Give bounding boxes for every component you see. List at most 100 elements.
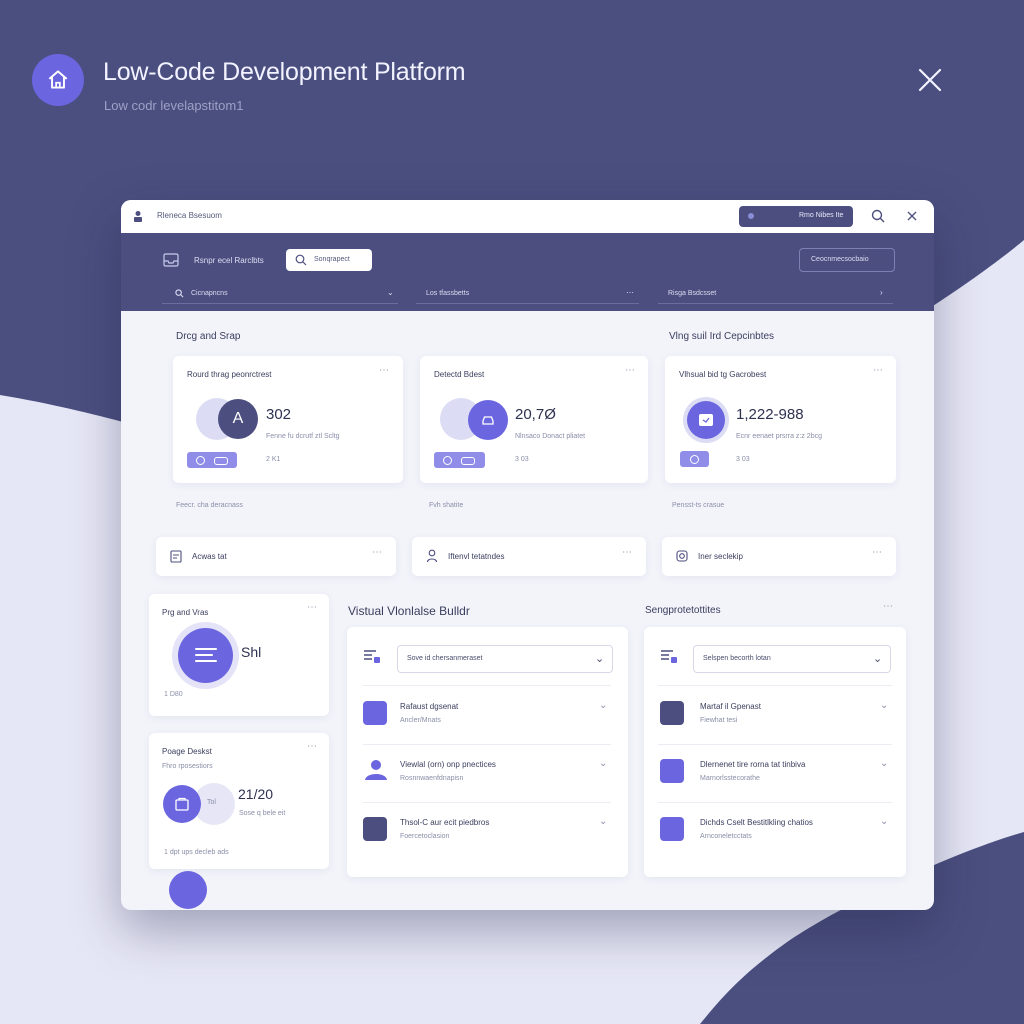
more-icon[interactable]: ⋯ — [873, 365, 884, 376]
stat-description: Nlnsaco Donact pliatet — [515, 433, 586, 440]
builder-title: Vistual Vlonlalse Bulldr — [348, 604, 470, 618]
stat-value: 302 — [266, 406, 292, 423]
users-icon — [365, 760, 387, 780]
bag-icon — [175, 797, 189, 811]
card-title: Detectd Bdest — [434, 370, 485, 379]
item-subtitle: Rosnnwaenfdnapisn — [400, 775, 464, 782]
side-card-meta: 1 D80 — [164, 691, 183, 698]
settings-select[interactable]: Selspen becorth lotan ⌄ — [693, 645, 891, 673]
close-icon[interactable] — [916, 66, 944, 94]
mini-card[interactable]: Iftenvl tetatndes ⋯ — [412, 537, 646, 576]
more-icon[interactable]: ⋯ — [883, 601, 894, 612]
nav-tab-3[interactable]: Risga Bsdcsset › — [658, 283, 893, 304]
search-icon — [175, 289, 184, 298]
chevron-down-icon: ⌄ — [387, 288, 394, 297]
builder-item[interactable]: Thsol-C aur ecit piedbros Foercetoclasio… — [363, 813, 611, 857]
card-title: Vlhsual bid tg Gacrobest — [679, 370, 767, 379]
tablet-icon — [660, 817, 684, 841]
item-title: Viewlal (orn) onp pnectices — [400, 760, 496, 769]
side-card[interactable]: Poage Deskst ⋯ Fhro rposestiors Tol 21/2… — [149, 733, 329, 869]
message-icon — [699, 414, 713, 426]
section-title-left: Drcg and Srap — [176, 331, 241, 342]
mini-card-label: Iftenvl tetatndes — [448, 552, 505, 561]
toggle-icon — [461, 457, 475, 465]
nav-tab-1[interactable]: Cicnapncns ⌄ — [162, 283, 398, 304]
item-subtitle: Ancler/Mnats — [400, 717, 441, 724]
nav-tab-2[interactable]: Los tfassbetts ⋯ — [416, 283, 639, 304]
more-icon[interactable]: ⋯ — [625, 365, 636, 376]
settings-item[interactable]: Dichds Cselt Bestitlkling chatios Arncon… — [660, 813, 892, 857]
share-icon — [363, 701, 387, 725]
mini-card[interactable]: Acwas tat ⋯ — [156, 537, 396, 576]
nav-label: Rsnpr ecel Rarclbts — [194, 256, 264, 265]
more-icon[interactable]: ⋯ — [307, 602, 318, 613]
settings-icon — [443, 456, 452, 465]
more-icon[interactable]: ⋯ — [872, 547, 883, 558]
divider — [658, 744, 892, 745]
settings-panel: Selspen becorth lotan ⌄ Martaf il Gpenas… — [644, 627, 906, 877]
divider — [363, 685, 611, 686]
more-icon[interactable]: ⋯ — [379, 365, 390, 376]
home-button[interactable] — [32, 54, 84, 106]
user-icon — [134, 211, 142, 222]
top-navigation: Rsnpr ecel Rarclbts Sonqrapect Ceocnmecs… — [121, 233, 934, 311]
stat-footer: Pensst-ts crasue — [672, 502, 725, 509]
settings-item[interactable]: Dlernenet tire rorna tat tinbiva Marnorl… — [660, 755, 892, 799]
chevron-down-icon: ⌄ — [595, 653, 605, 665]
select-value: Sove id chersanmeraset — [407, 655, 483, 662]
search-icon[interactable] — [871, 209, 885, 223]
inbox-icon[interactable] — [162, 251, 180, 269]
stat-action-button[interactable] — [434, 452, 485, 468]
main-content: Drcg and Srap Vlng suil Ird Cepcinbtes R… — [121, 311, 934, 910]
divider — [363, 744, 611, 745]
account-pill[interactable]: Rmo Nibes Ite — [739, 206, 853, 227]
instagram-icon — [676, 550, 688, 562]
window-titlebar: Rleneca Bsesuom Rmo Nibes Ite — [121, 200, 934, 233]
item-subtitle: Fiewhat tesi — [700, 717, 738, 724]
mini-card[interactable]: Iner seclekip ⋯ — [662, 537, 896, 576]
chevron-down-icon: ⌄ — [880, 758, 889, 769]
window-close-icon[interactable] — [907, 211, 917, 221]
side-card-mid: Tol — [207, 799, 216, 806]
stat-meta: 3 03 — [736, 456, 750, 463]
chevron-down-icon: ⌄ — [599, 816, 608, 827]
stat-meta: 2 K1 — [266, 456, 281, 463]
nav-tab-label: Los tfassbetts — [426, 290, 470, 297]
nav-right-button-label: Ceocnmecsocbaio — [811, 256, 869, 263]
document-icon — [170, 550, 182, 563]
page-subtitle: Low codr levelapstitom1 — [104, 98, 244, 113]
divider — [363, 802, 611, 803]
chevron-down-icon: ⌄ — [880, 700, 889, 711]
stat-action-button[interactable] — [187, 452, 237, 468]
more-icon[interactable]: ⋯ — [307, 741, 318, 752]
item-title: Rafaust dgsenat — [400, 702, 459, 711]
code-icon — [363, 817, 387, 841]
builder-select[interactable]: Sove id chersanmeraset ⌄ — [397, 645, 613, 673]
section-title-right: Vlng suil Ird Cepcinbtes — [669, 331, 775, 342]
stat-card[interactable]: Rourd thrag peonrctrest ⋯ A 302 Fenne fu… — [173, 356, 403, 483]
list-icon — [195, 648, 217, 662]
car-icon — [482, 416, 494, 425]
item-title: Dichds Cselt Bestitlkling chatios — [700, 818, 813, 827]
page-title: Low-Code Development Platform — [103, 58, 466, 86]
side-card-desc: Sose q bele eit — [239, 810, 286, 817]
stat-action-button[interactable] — [680, 451, 709, 467]
nav-right-button[interactable]: Ceocnmecsocbaio — [799, 248, 895, 272]
more-icon[interactable]: ⋯ — [372, 547, 383, 558]
settings-item[interactable]: Martaf il Gpenast Fiewhat tesi ⌄ — [660, 697, 892, 741]
filter-icon — [661, 650, 677, 663]
nav-search-box[interactable]: Sonqrapect — [286, 249, 372, 271]
builder-item[interactable]: Rafaust dgsenat Ancler/Mnats ⌄ — [363, 697, 611, 741]
builder-item[interactable]: Viewlal (orn) onp pnectices Rosnnwaenfdn… — [363, 755, 611, 799]
side-card[interactable]: Prg and Vras ⋯ Shl 1 D80 — [149, 594, 329, 716]
more-icon[interactable]: ⋯ — [622, 547, 633, 558]
card-title: Rourd thrag peonrctrest — [187, 370, 272, 379]
chevron-down-icon: ⌄ — [599, 758, 608, 769]
settings-icon — [690, 455, 699, 464]
stat-card[interactable]: Detectd Bdest ⋯ 20,7Ø Nlnsaco Donact pli… — [420, 356, 648, 483]
account-pill-label: Rmo Nibes Ite — [799, 212, 844, 219]
mini-card-label: Acwas tat — [192, 552, 227, 561]
side-card-value: 21/20 — [238, 786, 274, 802]
side-card-footer: 1 dpt ups decleb ads — [164, 849, 229, 856]
stat-card[interactable]: Vlhsual bid tg Gacrobest ⋯ 1,222-988 Ecn… — [665, 356, 896, 483]
